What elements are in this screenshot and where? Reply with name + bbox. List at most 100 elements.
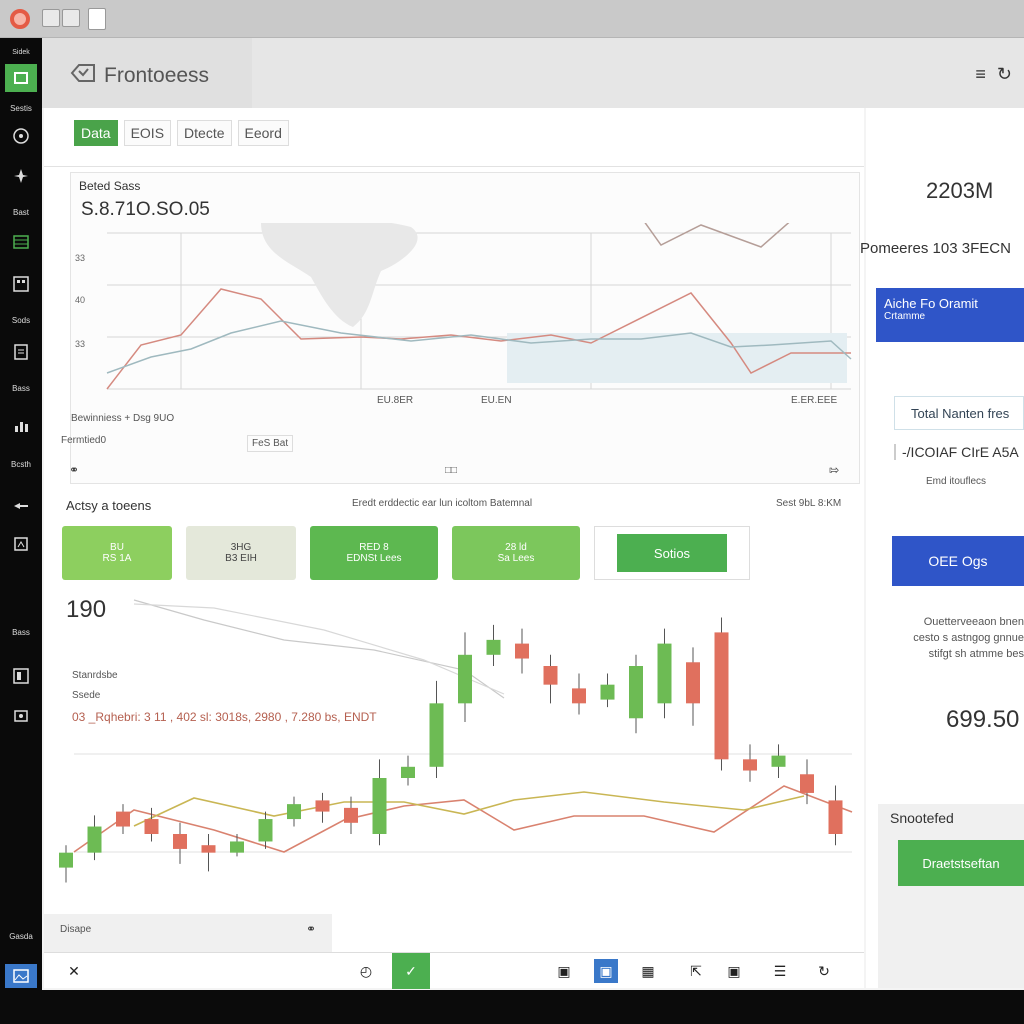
x-tick: EU.8ER — [377, 395, 414, 406]
grey-trend2 — [133, 603, 505, 695]
total-box[interactable]: Total Nanten fres — [894, 396, 1024, 430]
tab-data[interactable]: Data — [74, 120, 118, 146]
y-tick: 40 — [75, 295, 85, 305]
sidebar-item-label: Bass — [12, 627, 30, 637]
sidebar-item-chart[interactable] — [5, 664, 37, 688]
close-icon[interactable]: ✕ — [62, 959, 86, 983]
section-time: Sest 9bL 8:KM — [776, 498, 842, 509]
zoom-icon[interactable]: ⚭ — [69, 463, 79, 477]
sidebar-item-grid[interactable] — [5, 272, 37, 296]
chevron-icon — [14, 537, 28, 551]
sidebar-item-sods[interactable]: Sods — [5, 308, 37, 332]
tab-dtecte[interactable]: Dtecte — [177, 120, 232, 146]
candle-up — [657, 643, 672, 704]
summary-card[interactable]: BU RS 1A — [62, 526, 172, 580]
candlestick-chart — [59, 599, 853, 883]
sidebar-item-clock[interactable] — [5, 124, 37, 148]
tab-toggle-icon[interactable] — [42, 9, 60, 27]
status-button[interactable]: Draetstseftan — [898, 840, 1024, 886]
bottom-left-label: Disape — [60, 924, 92, 935]
sidebar-item-sestis[interactable]: Sestis — [5, 96, 37, 120]
sotios-button[interactable]: Sotios — [617, 534, 727, 572]
document-icon[interactable] — [88, 8, 106, 30]
sidebar-item-exchange[interactable] — [5, 494, 37, 518]
check-icon[interactable]: ✓ — [392, 953, 430, 989]
sidebar-item-chevron[interactable] — [5, 532, 37, 556]
header-icons: ≡ ↻ — [975, 64, 1012, 85]
sub-button[interactable]: Fermtied0 — [61, 435, 106, 446]
app-window: Sidek Sestis Bast Sods Bass Bcsth Bass G… — [0, 0, 1024, 990]
foot-control[interactable]: FeS Bat — [247, 435, 294, 452]
panel-value: S.8.71O.SO.05 — [81, 199, 210, 220]
record-icon[interactable] — [10, 9, 30, 29]
grid-label: □□ — [445, 465, 458, 476]
sidebar-item-bar[interactable] — [5, 414, 37, 438]
right-blue-card[interactable]: Aiche Fo Oramit Crtamme — [876, 288, 1024, 342]
sidebar-item-bottom[interactable] — [5, 964, 37, 988]
sidebar-item-label: Sestis — [10, 103, 32, 113]
tab-eeord[interactable]: Eeord — [237, 120, 289, 146]
menu-icon[interactable]: ≡ — [975, 64, 986, 84]
card-line1: 3HG — [230, 542, 252, 553]
export-icon[interactable]: ⇰ — [829, 463, 839, 477]
layers-icon[interactable]: ☰ — [768, 959, 792, 983]
candle-down — [344, 807, 358, 823]
clock-icon[interactable]: ◴ — [354, 959, 378, 983]
x-tick: E.ER.EEE — [791, 395, 838, 406]
sidebar-item-gasda[interactable]: Gasda — [5, 924, 37, 948]
grid-lines — [74, 753, 852, 853]
sidebar-item-top[interactable]: Sidek — [5, 40, 37, 64]
bottom-left-icon[interactable]: ⚭ — [306, 922, 316, 936]
candle-down — [173, 834, 187, 849]
right-note: Ouetterveeaon bnen cesto s astngog gnnue… — [913, 616, 1024, 660]
tab-toggle-icon[interactable] — [62, 9, 80, 27]
sidebar-item-sparkle[interactable] — [5, 164, 37, 188]
sidebar-item-bast[interactable]: Bast — [5, 200, 37, 224]
status-panel: Snootefed Draetstseftan — [878, 804, 1024, 988]
grid-icon[interactable]: ▦ — [636, 959, 660, 983]
home-icon — [14, 72, 28, 84]
grey-peaks — [644, 223, 790, 248]
app-header: Frontoeess ≡ ↻ — [42, 38, 1024, 108]
sidebar-item-settings[interactable] — [5, 704, 37, 728]
right-blue-sub: Crtamme — [884, 311, 926, 322]
y-tick: 33 — [75, 339, 85, 349]
panel-label: Beted Sass — [79, 179, 141, 193]
image-icon[interactable]: ▣ — [594, 959, 618, 983]
screen-icon[interactable]: ▣ — [552, 959, 576, 983]
candle-down — [201, 845, 216, 853]
refresh-icon[interactable]: ↻ — [812, 959, 836, 983]
right-value2: 699.50 — [946, 706, 1020, 733]
candle-up — [401, 766, 415, 778]
candle-up — [59, 852, 73, 868]
summary-card[interactable]: RED 8 EDNSt Lees — [310, 526, 438, 580]
summary-card[interactable]: 3HG B3 EIH — [186, 526, 296, 580]
sidebar-item-bcsth[interactable]: Bcsth — [5, 452, 37, 476]
refresh-icon[interactable]: ↻ — [997, 64, 1012, 84]
ode-button[interactable]: OEE Ogs — [892, 536, 1024, 586]
cursor-icon[interactable]: ⇱ — [684, 959, 708, 983]
section-title: Actsy a toeens — [66, 498, 152, 513]
tab-eois[interactable]: EOIS — [123, 120, 172, 146]
map-shape — [261, 223, 418, 327]
sidebar-item-active[interactable] — [5, 64, 37, 92]
frame-icon[interactable]: ▣ — [722, 959, 746, 983]
sidebar-item-bass[interactable]: Bass — [5, 376, 37, 400]
candle-down — [515, 643, 529, 659]
sidebar-item-doc[interactable] — [5, 340, 37, 364]
right-value1: 2203M — [926, 178, 994, 203]
card-line1: BU — [110, 542, 124, 553]
summary-card[interactable]: 28 ld Sa Lees — [452, 526, 580, 580]
sidebar-item-table[interactable] — [5, 230, 37, 254]
candle-down — [714, 632, 729, 760]
sidebar-item-label: Bass — [12, 383, 30, 393]
summary-cards: BU RS 1A 3HG B3 EIH RED 8 EDNSt Lees 28 … — [62, 526, 750, 580]
right-panel: 2203M Pomeeres 103 3FECN Aiche Fo Oramit… — [860, 108, 1024, 988]
y-tick: 33 — [75, 253, 85, 263]
right-blue-header: Aiche Fo Oramit — [884, 296, 978, 311]
sidebar-item-bass2[interactable]: Bass — [5, 620, 37, 644]
candle-up — [458, 654, 472, 704]
section-subtitle: Eredt erddectic ear lun icoltom Batemnal — [352, 498, 533, 509]
candle-down — [800, 774, 814, 793]
title-bar — [0, 0, 1024, 38]
